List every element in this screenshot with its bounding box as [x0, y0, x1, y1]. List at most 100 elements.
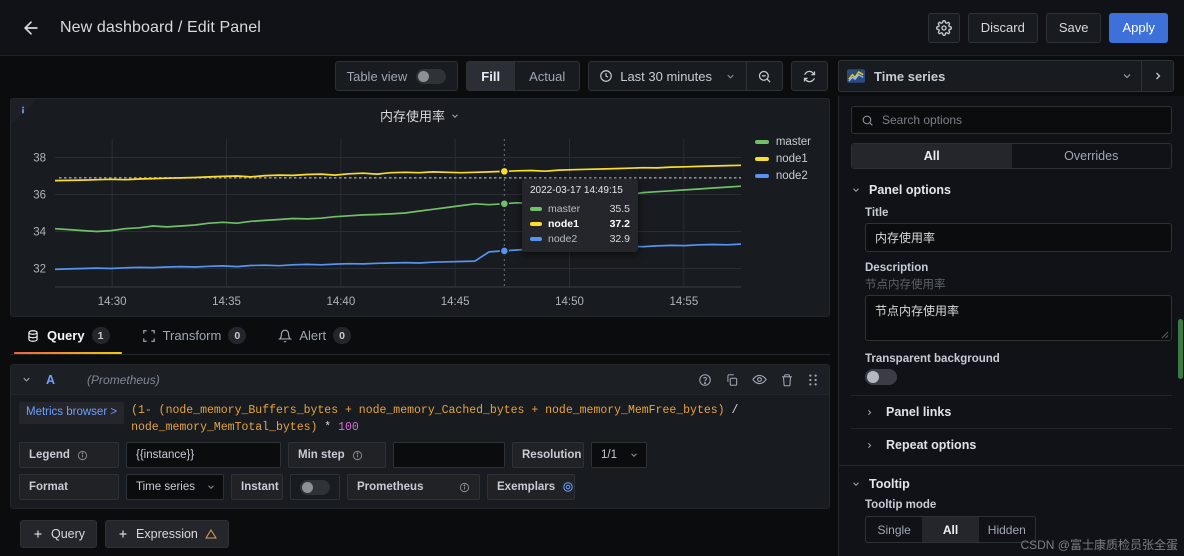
title-input[interactable]: 内存使用率	[865, 223, 1172, 252]
min-step-input[interactable]	[393, 442, 505, 468]
add-expression-button[interactable]: Expression	[105, 520, 229, 548]
query-collapse-button[interactable]	[21, 374, 32, 385]
x-tick-label: 14:35	[212, 296, 241, 308]
query-expression-editor[interactable]: (1- (node_memory_Buffers_bytes + node_me…	[131, 402, 821, 436]
x-tick-label: 14:50	[555, 296, 584, 308]
query-datasource-label: (Prometheus)	[87, 372, 160, 387]
panel-links-row[interactable]: Panel links	[851, 395, 1172, 428]
metrics-browser-button[interactable]: Metrics browser >	[19, 402, 125, 424]
min-step-text: Min step	[298, 449, 345, 461]
resolution-select[interactable]: 1/1	[591, 442, 647, 468]
legend-input[interactable]: {{instance}}	[126, 442, 281, 468]
tab-transform-label: Transform	[162, 328, 222, 343]
fill-option[interactable]: Fill	[467, 62, 516, 90]
warning-glyph-icon	[204, 529, 217, 539]
viz-name-label: Time series	[874, 68, 946, 84]
tooltip-row: node2 32.9	[530, 231, 630, 246]
actual-option[interactable]: Actual	[515, 62, 579, 90]
options-scrollbar[interactable]	[1178, 319, 1183, 379]
visualization-picker: Time series	[838, 60, 1174, 92]
tab-all[interactable]: All	[852, 144, 1012, 168]
cursor-point-node1	[499, 166, 510, 177]
resolution-label-cell: Resolution	[512, 442, 584, 468]
info-circle-icon[interactable]	[77, 450, 88, 461]
sub-toolbar: Table view Fill Actual Last 30 minutes T…	[0, 56, 1184, 96]
options-pane: Search options All Overrides Panel optio…	[838, 96, 1184, 556]
viz-select[interactable]: Time series	[839, 69, 1113, 84]
chart-area: 32 34 36 38 14:30 14:35 14:40 14:45 14:50 14:55 m…	[11, 125, 829, 316]
duplicate-icon[interactable]	[725, 373, 739, 387]
legend-label-node1: node1	[775, 152, 808, 165]
viz-next-button[interactable]	[1141, 61, 1173, 91]
trash-icon[interactable]	[780, 373, 794, 387]
panel-title[interactable]: 内存使用率	[11, 106, 829, 125]
eye-icon[interactable]	[752, 372, 767, 387]
back-button[interactable]	[16, 13, 46, 43]
query-options-row-2: Format Time series Instant Prometheus Ex…	[19, 474, 821, 500]
query-ref-id[interactable]: A	[46, 373, 55, 387]
chevron-down-icon	[851, 185, 860, 195]
tooltip-mode-all[interactable]: All	[922, 517, 979, 542]
x-tick-label: 14:45	[441, 296, 470, 308]
format-select[interactable]: Time series	[126, 474, 224, 500]
series-line-master	[54, 185, 742, 233]
tab-transform[interactable]: Transform 0	[126, 317, 263, 354]
help-icon[interactable]	[698, 373, 712, 387]
resize-grip-icon[interactable]	[1161, 331, 1169, 339]
time-range-label: Last 30 minutes	[620, 68, 712, 84]
chevron-right-glyph-icon	[868, 409, 872, 415]
tooltip-mode-single[interactable]: Single	[866, 517, 922, 542]
grafana-edit-panel: New dashboard / Edit Panel Discard Save …	[0, 0, 1184, 556]
series-line-node2	[54, 243, 742, 271]
add-query-button[interactable]: Query	[20, 520, 98, 548]
legend-text: Legend	[29, 449, 70, 461]
description-ghost-text: 节点内存使用率	[865, 279, 946, 291]
description-textarea[interactable]: 节点内存使用率	[865, 295, 1172, 341]
format-text: Format	[29, 481, 68, 493]
repeat-options-row[interactable]: Repeat options	[851, 428, 1172, 461]
search-icon	[862, 115, 873, 126]
panel-settings-button[interactable]	[927, 12, 960, 43]
instant-switch[interactable]	[300, 479, 330, 495]
table-view-toggle[interactable]: Table view	[334, 61, 459, 91]
apply-button[interactable]: Apply	[1109, 12, 1168, 43]
panel-options-section-header[interactable]: Panel options	[839, 169, 1184, 203]
options-search-box[interactable]: Search options	[851, 106, 1172, 134]
x-tick-label: 14:30	[98, 296, 127, 308]
description-field: Description 节点内存使用率 节点内存使用率	[839, 252, 1184, 341]
zoom-out-button[interactable]	[747, 62, 782, 90]
info-circle-icon[interactable]	[459, 482, 470, 493]
time-series-chart[interactable]: 32 34 36 38 14:30 14:35 14:40 14:45 14:50 14:55	[11, 125, 837, 317]
tooltip-section-header[interactable]: Tooltip	[839, 466, 1184, 497]
time-range-picker[interactable]: Last 30 minutes	[589, 62, 747, 90]
discard-button[interactable]: Discard	[967, 12, 1038, 43]
resolution-value: 1/1	[601, 449, 617, 461]
instant-toggle[interactable]	[290, 474, 340, 500]
options-scroll-area[interactable]: Panel options Title 内存使用率 Description 节点…	[839, 169, 1184, 556]
left-pane: 内存使用率 32 34 36 38 14:30 14:35 14:40 14:45 14:50 1…	[0, 96, 838, 556]
exemplars-target-icon[interactable]	[562, 481, 574, 493]
chevron-down-icon	[452, 113, 458, 118]
tab-alert[interactable]: Alert 0	[262, 317, 367, 354]
transparent-background-toggle[interactable]	[865, 369, 897, 385]
viz-chevron-button[interactable]	[1113, 70, 1141, 82]
chart-tooltip: 2022-03-17 14:49:15 master 35.5 node1 37…	[522, 179, 638, 252]
transform-icon	[142, 329, 155, 342]
info-circle-icon[interactable]	[352, 450, 363, 461]
tab-overrides[interactable]: Overrides	[1012, 144, 1172, 168]
save-button[interactable]: Save	[1045, 12, 1102, 43]
tooltip-row: master 35.5	[530, 201, 630, 216]
legend-item[interactable]: master	[754, 133, 811, 150]
tooltip-mode-hidden[interactable]: Hidden	[979, 517, 1035, 542]
panel-title-text: 内存使用率	[379, 109, 445, 124]
table-view-switch[interactable]	[416, 68, 447, 84]
legend-item[interactable]: node2	[754, 167, 811, 184]
expr-token: (1-	[131, 404, 159, 417]
exemplars-cell[interactable]: Exemplars	[487, 474, 575, 500]
breadcrumb[interactable]: New dashboard / Edit Panel	[60, 19, 261, 37]
drag-handle-icon[interactable]	[807, 373, 819, 387]
legend-item[interactable]: node1	[754, 150, 811, 167]
refresh-button[interactable]	[792, 62, 827, 90]
tab-query[interactable]: Query 1	[10, 317, 126, 354]
query-footer: Query Expression	[10, 512, 830, 556]
